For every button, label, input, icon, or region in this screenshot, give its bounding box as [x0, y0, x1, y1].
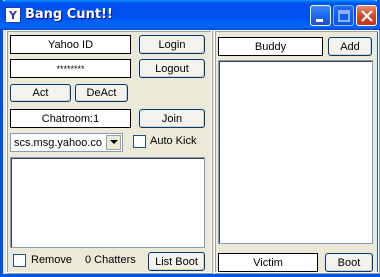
- minimize-button[interactable]: [310, 5, 331, 26]
- buddy-list[interactable]: [218, 60, 373, 244]
- title-bar[interactable]: Y Bang Cunt!!: [0, 0, 380, 30]
- server-select[interactable]: scs.msg.yahoo.co: [10, 133, 123, 152]
- act-button[interactable]: Act: [10, 84, 71, 102]
- password-field[interactable]: ********: [10, 59, 131, 78]
- main-window: Y Bang Cunt!! Yahoo ID Login ******** Lo…: [0, 0, 380, 277]
- yahoo-id-field[interactable]: Yahoo ID: [10, 35, 131, 54]
- auto-kick-label: Auto Kick: [150, 135, 197, 147]
- join-button[interactable]: Join: [139, 109, 205, 128]
- maximize-button[interactable]: [333, 5, 354, 26]
- server-select-value: scs.msg.yahoo.co: [14, 137, 103, 149]
- auto-kick-checkbox[interactable]: [133, 135, 146, 148]
- victim-field[interactable]: Victim: [218, 253, 318, 272]
- close-button[interactable]: [356, 5, 377, 26]
- logout-button[interactable]: Logout: [139, 59, 205, 78]
- buddy-field[interactable]: Buddy: [218, 37, 323, 56]
- chatters-count: 0 Chatters: [85, 254, 136, 266]
- chatters-list[interactable]: [10, 157, 205, 248]
- boot-button[interactable]: Boot: [325, 253, 373, 272]
- chatroom-field[interactable]: Chatroom:1: [10, 109, 131, 128]
- svg-text:Y: Y: [8, 9, 18, 22]
- window-title: Bang Cunt!!: [25, 7, 113, 22]
- yahoo-app-icon[interactable]: Y: [5, 7, 21, 23]
- add-button[interactable]: Add: [328, 37, 372, 56]
- chevron-down-icon[interactable]: [106, 135, 121, 150]
- deact-button[interactable]: DeAct: [75, 84, 128, 102]
- list-boot-button[interactable]: List Boot: [148, 252, 205, 271]
- login-button[interactable]: Login: [139, 35, 205, 54]
- remove-label: Remove: [31, 254, 72, 266]
- remove-checkbox[interactable]: [13, 254, 26, 267]
